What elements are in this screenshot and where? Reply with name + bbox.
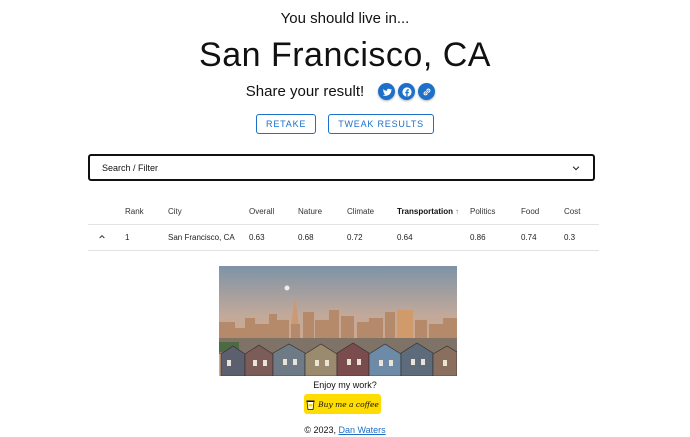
column-header-politics[interactable]: Politics [470, 198, 521, 225]
buy-me-a-coffee-label: Buy me a coffee [318, 399, 379, 409]
buy-me-a-coffee-button[interactable]: Buy me a coffee [304, 394, 381, 414]
link-icon [423, 88, 431, 95]
footer: © 2023, Dan Waters [0, 425, 690, 435]
column-header-cost[interactable]: Cost [564, 198, 599, 225]
action-buttons: RETAKE TWEAK RESULTS [0, 114, 690, 134]
chevron-up-icon [99, 234, 105, 238]
copy-link-button[interactable] [418, 83, 436, 100]
cell-politics: 0.86 [470, 224, 521, 251]
cell-food: 0.74 [521, 224, 564, 251]
share-row: Share your result! [0, 83, 690, 100]
column-header-transportation[interactable]: Transportation ↑ [397, 198, 470, 225]
column-header-overall[interactable]: Overall [249, 198, 298, 225]
column-header-nature[interactable]: Nature [298, 198, 347, 225]
column-header-food[interactable]: Food [521, 198, 564, 225]
twitter-icon [382, 88, 392, 96]
results-table: Rank City Overall Nature Climate Transpo… [88, 198, 599, 251]
intro-text: You should live in... [280, 10, 410, 27]
support-prompt: Enjoy my work? [313, 380, 377, 390]
tweak-results-button[interactable]: TWEAK RESULTS [328, 114, 434, 134]
share-label: Share your result! [245, 83, 365, 100]
column-header-rank[interactable]: Rank [125, 198, 168, 225]
cell-city: San Francisco, CA [168, 224, 249, 251]
expand-row-button[interactable] [88, 224, 125, 251]
table-header-row: Rank City Overall Nature Climate Transpo… [88, 198, 599, 225]
column-header-city[interactable]: City [168, 198, 249, 225]
result-city-title: San Francisco, CA [199, 36, 491, 74]
facebook-share-button[interactable] [398, 83, 416, 100]
cell-rank: 1 [125, 224, 168, 251]
coffee-cup-icon [306, 400, 315, 410]
copyright-text: © 2023, [304, 425, 336, 435]
twitter-share-button[interactable] [378, 83, 396, 100]
column-header-climate[interactable]: Climate [347, 198, 397, 225]
table-row: 1 San Francisco, CA 0.63 0.68 0.72 0.64 … [88, 224, 599, 251]
retake-button[interactable]: RETAKE [256, 114, 317, 134]
expand-column-header [88, 198, 125, 225]
cell-climate: 0.72 [347, 224, 397, 251]
city-photo [219, 266, 457, 376]
sort-ascending-icon: ↑ [455, 206, 460, 216]
cell-cost: 0.3 [564, 224, 599, 251]
cell-transportation: 0.64 [397, 224, 470, 251]
author-link[interactable]: Dan Waters [338, 425, 385, 435]
column-header-transportation-label: Transportation [397, 206, 454, 216]
facebook-icon [402, 86, 412, 97]
search-filter-dropdown[interactable]: Search / Filter [88, 154, 595, 181]
chevron-down-icon [572, 165, 580, 170]
search-filter-label: Search / Filter [102, 162, 159, 173]
cell-nature: 0.68 [298, 224, 347, 251]
cell-overall: 0.63 [249, 224, 298, 251]
